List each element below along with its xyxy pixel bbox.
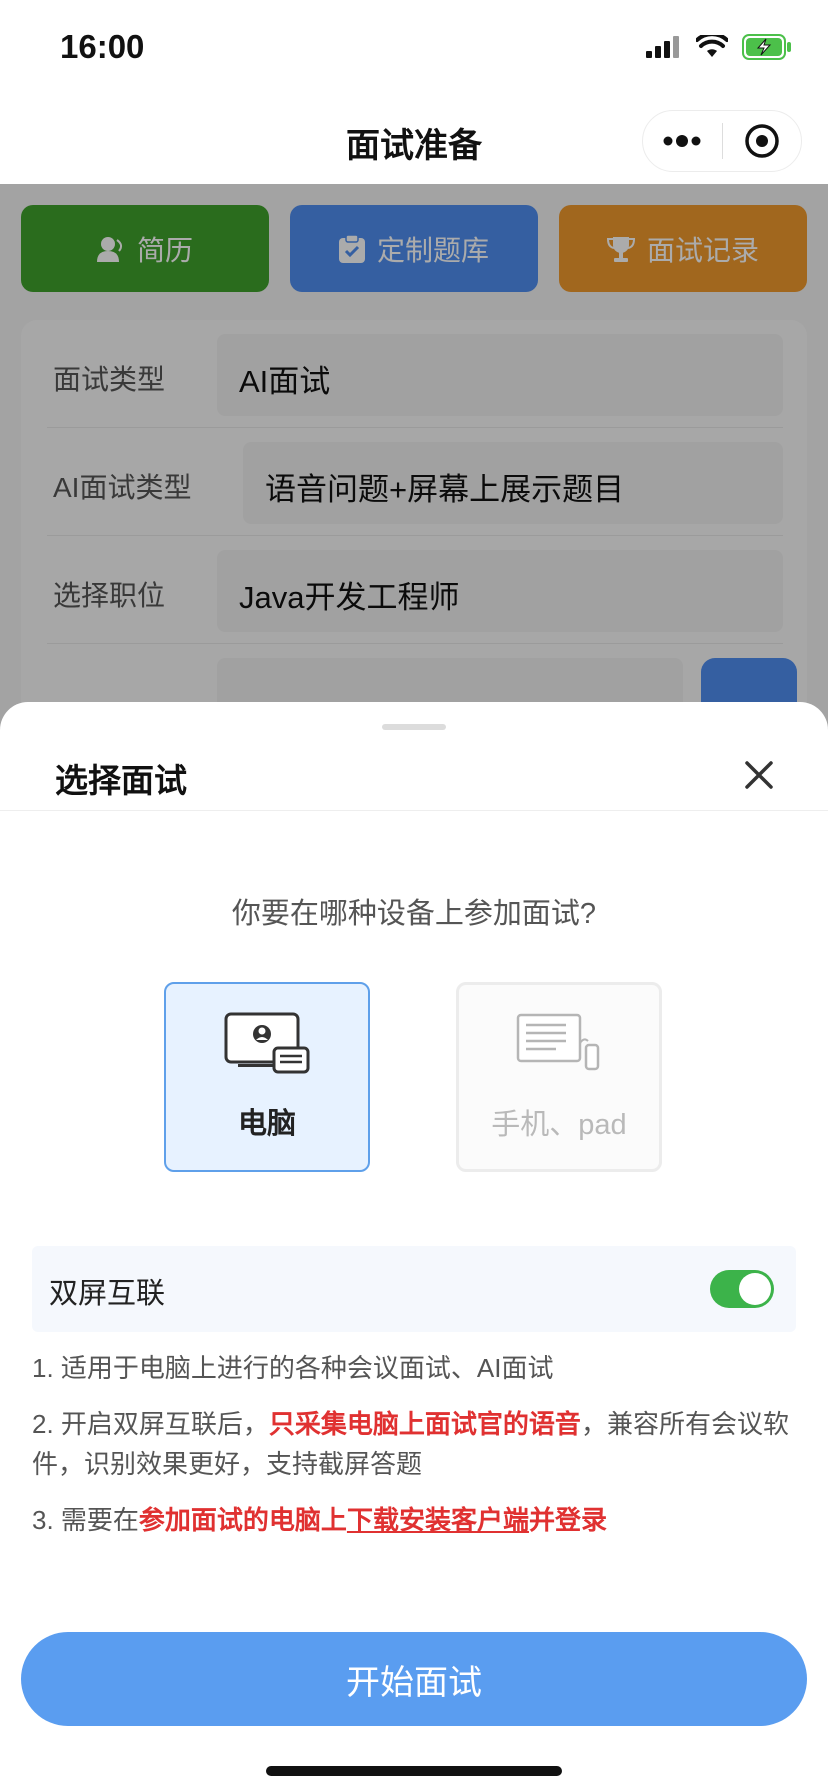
note-1: 1. 适用于电脑上进行的各种会议面试、AI面试 bbox=[32, 1353, 554, 1383]
download-client-link[interactable]: 下载安装客户端 bbox=[347, 1505, 529, 1535]
note-2-highlight: 只采集电脑上面试官的语音 bbox=[268, 1409, 581, 1439]
note-2: 2. 开启双屏互联后，只采集电脑上面试官的语音，兼容所有会议软件，识别效果更好，… bbox=[32, 1404, 796, 1484]
select-interview-sheet: 选择面试 你要在哪种设备上参加面试? 电脑 手机、pad 双屏互联 1. 适用于… bbox=[0, 702, 828, 1792]
device-option-phone-pad[interactable]: 手机、pad bbox=[456, 982, 662, 1172]
dual-screen-label: 双屏互联 bbox=[49, 1278, 166, 1310]
sheet-divider bbox=[0, 810, 828, 811]
status-time: 16:00 bbox=[60, 28, 145, 65]
toggle-knob bbox=[739, 1273, 771, 1305]
nav-bar: 面试准备 bbox=[0, 96, 828, 184]
notes: 1. 适用于电脑上进行的各种会议面试、AI面试 2. 开启双屏互联后，只采集电脑… bbox=[32, 1348, 796, 1556]
tablet-phone-icon bbox=[516, 1013, 600, 1071]
note-3-text: 3. 需要在 bbox=[32, 1505, 139, 1535]
device-label-phone-pad: 手机、pad bbox=[491, 1109, 627, 1141]
note-3-highlight: 参加面试的电脑上 bbox=[138, 1505, 347, 1535]
status-icons bbox=[646, 34, 792, 60]
more-dots-icon bbox=[663, 135, 701, 147]
more-button[interactable] bbox=[643, 110, 722, 172]
mini-program-capsule bbox=[642, 110, 802, 172]
target-icon bbox=[745, 124, 779, 158]
signal-icon bbox=[646, 36, 679, 58]
note-3-highlight-end: 并登录 bbox=[528, 1505, 607, 1535]
device-question: 你要在哪种设备上参加面试? bbox=[231, 898, 597, 930]
dual-screen-row: 双屏互联 bbox=[32, 1246, 796, 1332]
home-indicator bbox=[266, 1766, 562, 1776]
start-interview-button[interactable]: 开始面试 bbox=[21, 1632, 807, 1726]
note-2-text: 2. 开启双屏互联后， bbox=[32, 1409, 269, 1439]
sheet-drag-handle[interactable] bbox=[382, 724, 446, 730]
wifi-icon bbox=[696, 35, 728, 57]
device-option-computer[interactable]: 电脑 bbox=[164, 982, 370, 1172]
monitor-icon bbox=[224, 1012, 310, 1074]
dual-screen-toggle[interactable] bbox=[710, 1270, 774, 1308]
status-bar: 16:00 bbox=[0, 0, 828, 96]
exit-button[interactable] bbox=[723, 110, 802, 172]
battery-icon bbox=[742, 34, 791, 60]
note-3: 3. 需要在参加面试的电脑上下载安装客户端并登录 bbox=[32, 1500, 796, 1540]
device-label-computer: 电脑 bbox=[237, 1108, 296, 1140]
close-icon[interactable] bbox=[742, 758, 776, 792]
sheet-title: 选择面试 bbox=[55, 762, 187, 799]
